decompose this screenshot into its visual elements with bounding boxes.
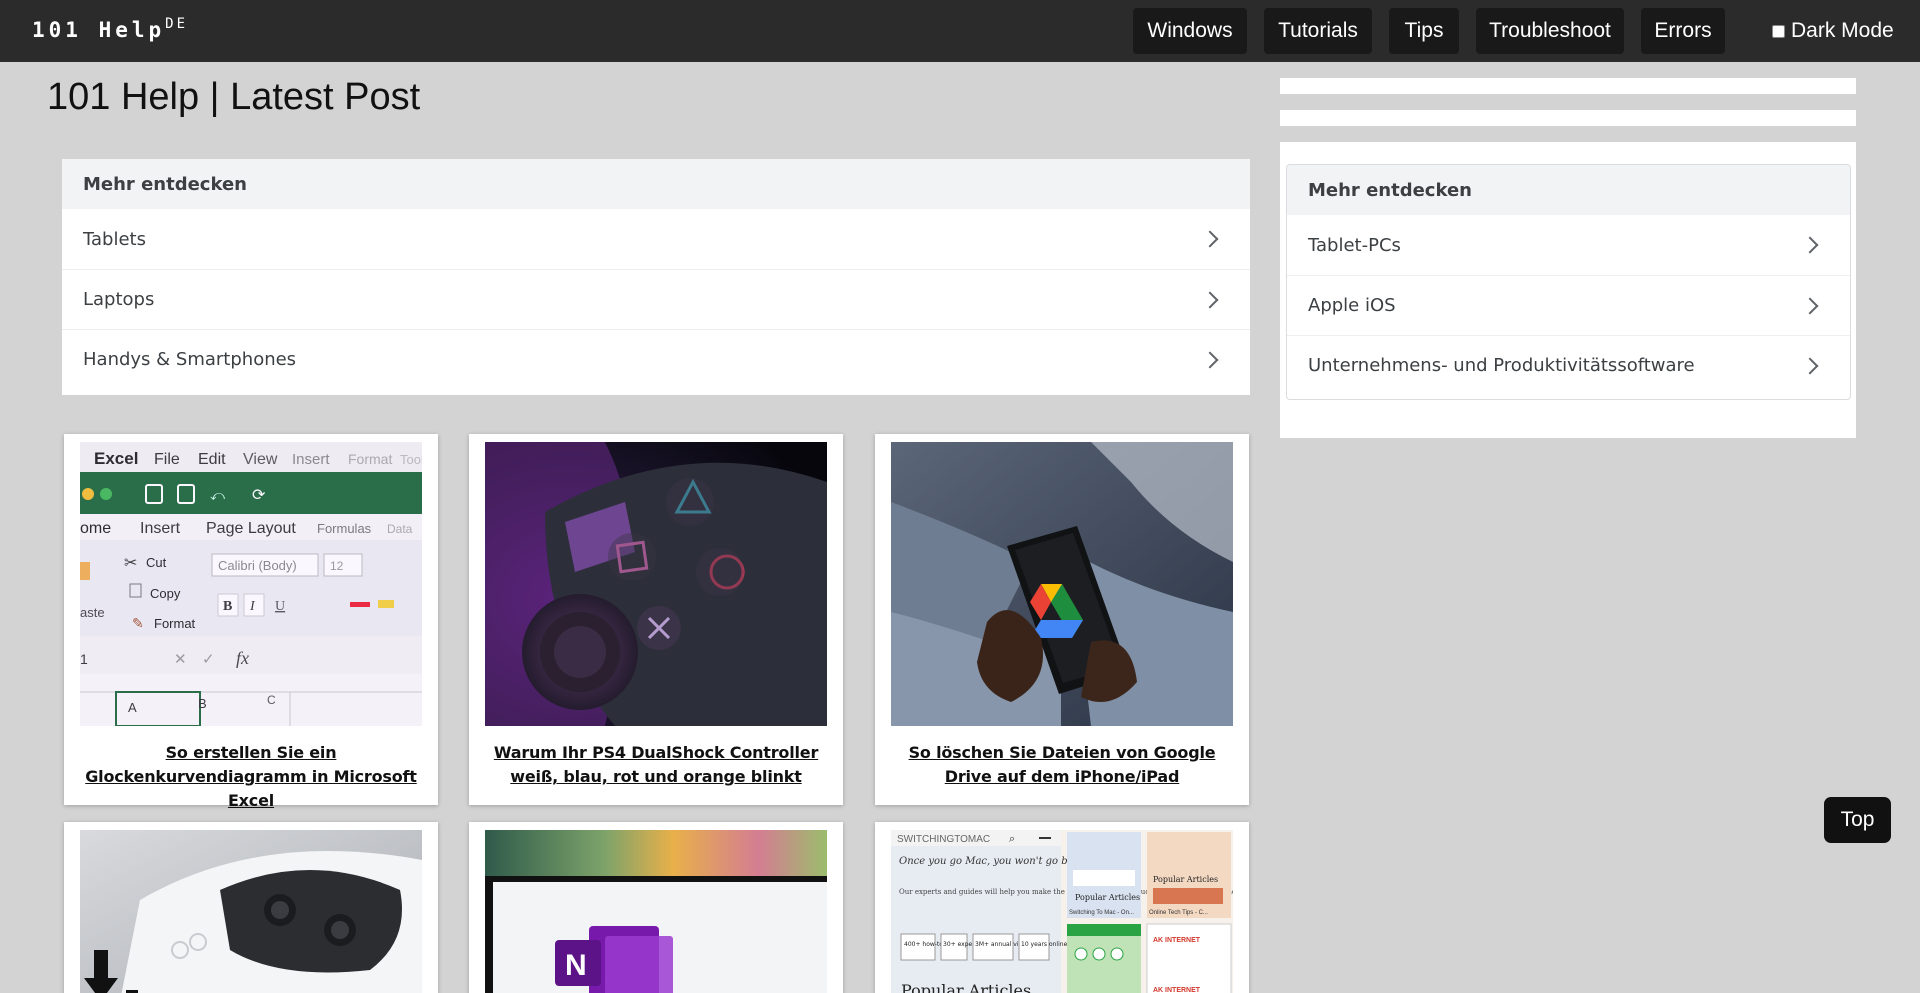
website-brand-badge: AK INTERNET [1153,937,1201,944]
popular-articles-website-image[interactable]: SWITCHINGTOMAC ⌕ Once you go Mac, you wo… [891,830,1233,993]
nav-troubleshoot-button[interactable]: Troubleshoot [1476,8,1624,54]
post-title-link[interactable]: So erstellen Sie ein Glockenkurvendiagra… [78,741,424,813]
website-brand-badge: AK INTERNET [1153,987,1201,993]
discover-item-laptops[interactable]: Laptops [62,269,1250,329]
post-card[interactable] [64,822,438,993]
discover-panel-side: Mehr entdecken Tablet-PCs Apple iOS Unte… [1286,164,1851,400]
discover-item-label: Unternehmens- und Produktivitätssoftware [1308,355,1695,376]
brand-suffix: DE [165,16,189,32]
nav-tips-button[interactable]: Tips [1389,8,1459,54]
discover-item-tablet-pcs[interactable]: Tablet-PCs [1287,215,1850,275]
sidebar: Mehr entdecken Tablet-PCs Apple iOS Unte… [1280,142,1856,438]
discover-heading: Mehr entdecken [1287,165,1850,215]
post-title-link[interactable]: Warum Ihr PS4 DualShock Controller weiß,… [483,741,829,789]
website-tagline: Once you go Mac, you won't go back [899,856,1085,867]
discover-item-label: Tablets [83,228,146,250]
onenote-laptop-image[interactable]: N [485,830,827,993]
website-mini-label: Popular Articles [1075,893,1140,902]
discover-item-smartphones[interactable]: Handys & Smartphones [62,329,1250,389]
post-card[interactable]: N [469,822,843,993]
discover-item-productivity-software[interactable]: Unternehmens- und Produktivitätssoftware [1287,335,1850,395]
nav-windows-button[interactable]: Windows [1133,8,1247,54]
nav-errors-button[interactable]: Errors [1641,8,1725,54]
discover-item-label: Apple iOS [1308,295,1396,316]
discover-panel-main: Mehr entdecken Tablets Laptops Handys & … [62,159,1250,395]
website-stat: 10 years online [1021,941,1068,948]
post-card[interactable]: So löschen Sie Dateien von Google Drive … [875,434,1249,805]
dark-mode-label: Dark Mode [1791,19,1894,42]
dark-mode-toggle[interactable]: Dark Mode [1772,19,1894,43]
top-navbar: 101 HelpDE Windows Tutorials Tips Troubl… [0,0,1920,62]
post-card[interactable]: Excel File Edit View Insert Format Tools… [64,434,438,810]
excel-ribbon-image[interactable]: Excel File Edit View Insert Format Tools… [80,442,422,726]
discover-item-label: Laptops [83,289,155,310]
post-card[interactable]: Warum Ihr PS4 DualShock Controller weiß,… [469,434,843,805]
sidebar-ad-slot [1280,78,1856,94]
website-mini-caption: Online Tech Tips - C... [1149,910,1208,916]
website-mini-caption: Switching To Mac - On... [1069,910,1134,916]
chevron-right-icon [1201,230,1219,248]
chevron-right-icon [1801,236,1819,254]
website-section-title: Popular Articles [901,981,1031,993]
discover-item-label: Handys & Smartphones [83,349,297,370]
discover-item-tablets[interactable]: Tablets [62,209,1250,269]
post-title-link[interactable]: So löschen Sie Dateien von Google Drive … [889,741,1235,789]
discover-heading: Mehr entdecken [62,159,1250,209]
nav-tutorials-button[interactable]: Tutorials [1264,8,1372,54]
chevron-right-icon [1801,297,1819,314]
chevron-right-icon [1801,357,1819,374]
post-card[interactable]: SWITCHINGTOMAC ⌕ Once you go Mac, you wo… [875,822,1249,993]
chevron-right-icon [1201,291,1219,308]
brand-name[interactable]: 101 Help [32,18,165,42]
chevron-right-icon [1201,351,1219,368]
page-title: 101 Help | Latest Post [47,76,421,118]
site-logo[interactable]: 101 HelpDE [32,16,189,42]
discover-item-apple-ios[interactable]: Apple iOS [1287,275,1850,335]
discover-item-label: Tablet-PCs [1308,234,1401,256]
website-header: SWITCHINGTOMAC [897,834,990,845]
google-drive-phone-image[interactable] [891,442,1233,726]
onenote-letter: N [565,949,587,982]
dark-mode-checkbox[interactable] [1772,24,1785,38]
svg-text:⌕: ⌕ [1009,832,1015,845]
ps5-controller-image[interactable] [80,830,422,993]
ps4-controller-image[interactable] [485,442,827,726]
website-mini-label: Popular Articles [1153,875,1218,884]
sidebar-ad-slot [1280,110,1856,126]
scroll-to-top-button[interactable]: Top [1824,797,1891,843]
